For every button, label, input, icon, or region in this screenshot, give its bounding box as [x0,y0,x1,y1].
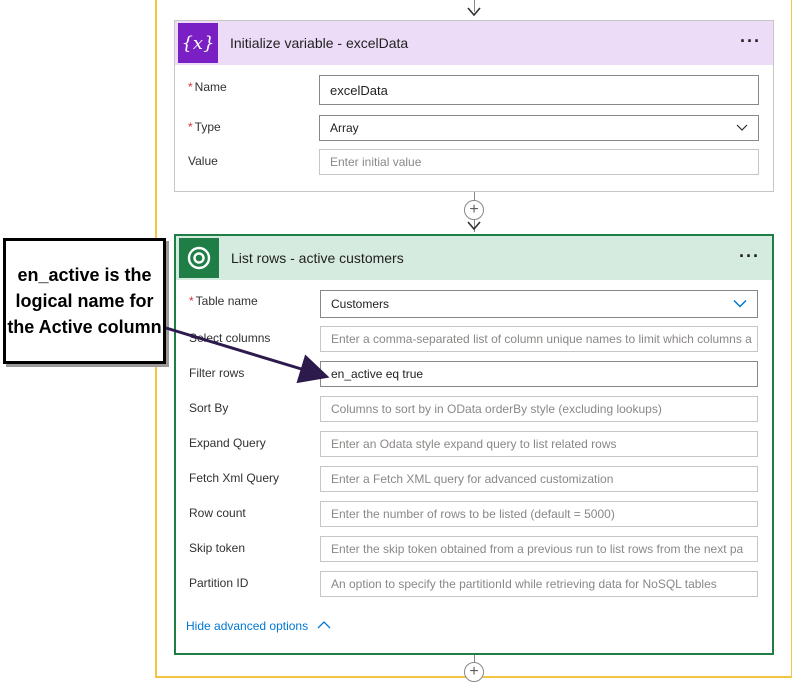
add-step-icon[interactable]: + [464,200,484,220]
variable-icon: {x} [178,23,218,63]
type-select[interactable]: Array [319,115,759,141]
type-label: * Type [188,120,221,134]
list-rows-header[interactable]: List rows - active customers ··· [176,236,772,280]
chevron-up-icon [317,621,331,629]
fetch-xml-query-label: Fetch Xml Query [189,471,280,485]
select-columns-label: Select columns [189,331,271,345]
fetch-xml-query-input[interactable]: Enter a Fetch XML query for advanced cus… [320,466,758,492]
partition-id-label: Partition ID [189,576,249,590]
table-name-value: Customers [331,297,390,311]
value-label: Value [188,154,218,168]
skip-token-label: Skip token [189,541,246,555]
table-name-select[interactable]: Customers [320,290,758,318]
filter-rows-label: Filter rows [189,366,245,380]
more-options-icon[interactable]: ··· [739,246,760,267]
add-step-icon[interactable]: + [464,662,484,682]
list-rows-card[interactable]: List rows - active customers ··· * Table … [174,234,774,655]
expand-query-input[interactable]: Enter an Odata style expand query to lis… [320,431,758,457]
type-select-value: Array [330,121,359,135]
card-title: List rows - active customers [231,250,404,266]
annotation-callout-text: en_active is the logical name for the Ac… [7,265,162,337]
more-options-icon[interactable]: ··· [740,31,761,52]
sort-by-input[interactable]: Columns to sort by in OData orderBy styl… [320,396,758,422]
dataverse-icon [179,238,219,278]
hide-advanced-options-link[interactable]: Hide advanced options [186,619,331,633]
chevron-down-icon [733,299,747,308]
table-name-label: * Table name [189,294,258,308]
annotation-callout: en_active is the logical name for the Ac… [3,238,166,364]
initialize-variable-card[interactable]: {x} Initialize variable - excelData ··· … [174,20,774,192]
hide-advanced-options-label: Hide advanced options [186,619,309,633]
filter-rows-input[interactable]: en_active eq true [320,361,758,387]
initialize-variable-header[interactable]: {x} Initialize variable - excelData ··· [175,21,773,65]
skip-token-input[interactable]: Enter the skip token obtained from a pre… [320,536,758,562]
chevron-down-icon [736,124,748,131]
card-title: Initialize variable - excelData [230,35,409,51]
arrow-down-icon [467,7,481,17]
expand-query-label: Expand Query [189,436,266,450]
value-input[interactable]: Enter initial value [319,149,759,175]
row-count-label: Row count [189,506,246,520]
name-input[interactable]: excelData [319,75,759,105]
partition-id-input[interactable]: An option to specify the partitionId whi… [320,571,758,597]
sort-by-label: Sort By [189,401,229,415]
row-count-input[interactable]: Enter the number of rows to be listed (d… [320,501,758,527]
arrow-down-icon [467,221,481,231]
select-columns-input[interactable]: Enter a comma-separated list of column u… [320,326,758,352]
name-label: * Name [188,80,227,94]
